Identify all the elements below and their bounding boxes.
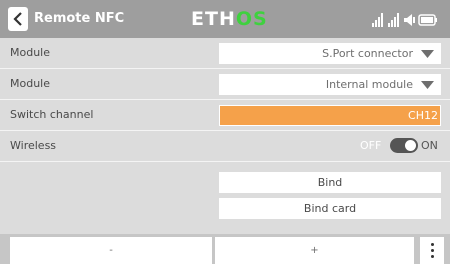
decrement-button[interactable]: - <box>10 237 212 264</box>
triangle-down-icon <box>421 81 434 89</box>
module-type-select[interactable]: Internal module <box>219 74 441 95</box>
wireless-off-label: OFF <box>360 139 382 152</box>
switch-channel-value: CH12 <box>408 109 438 122</box>
bind-card-button[interactable]: Bind card <box>219 198 441 219</box>
increment-button[interactable]: + <box>215 237 414 264</box>
module-type-row: Module Internal module <box>0 69 450 100</box>
settings-panel: Module S.Port connector Module Internal … <box>0 38 450 234</box>
back-button[interactable] <box>8 7 28 31</box>
switch-channel-row: Switch channel CH12 <box>0 100 450 131</box>
signal-icon <box>388 13 399 27</box>
switch-channel-field[interactable]: CH12 <box>219 105 441 126</box>
vertical-dots-icon[interactable] <box>420 237 444 264</box>
module-type-value: Internal module <box>325 78 413 91</box>
chevron-left-icon <box>13 12 22 26</box>
brand-logo: ETHOS <box>191 0 268 38</box>
module-row: Module S.Port connector <box>0 38 450 69</box>
wireless-toggle[interactable] <box>390 138 418 153</box>
header-bar: Remote NFC ETHOS <box>0 0 450 38</box>
module-label: Module <box>10 46 50 59</box>
signal-icon <box>372 13 383 27</box>
wireless-label: Wireless <box>10 139 57 152</box>
toggle-knob <box>405 140 416 151</box>
speaker-icon <box>404 14 415 26</box>
status-icons <box>372 11 438 27</box>
module-port-select[interactable]: S.Port connector <box>219 43 441 64</box>
brand-text: ETH <box>191 8 236 30</box>
wireless-on-label: ON <box>421 139 438 152</box>
footer-bar: - + <box>0 234 450 264</box>
battery-icon <box>418 14 437 26</box>
triangle-down-icon <box>421 50 434 58</box>
switch-channel-label: Switch channel <box>10 108 94 121</box>
bind-button[interactable]: Bind <box>219 172 441 193</box>
wireless-row: Wireless OFF ON <box>0 131 450 162</box>
module-port-value: S.Port connector <box>322 47 413 60</box>
brand-accent: OS <box>235 8 268 30</box>
page-title: Remote NFC <box>34 11 125 26</box>
module-type-label: Module <box>10 77 50 90</box>
